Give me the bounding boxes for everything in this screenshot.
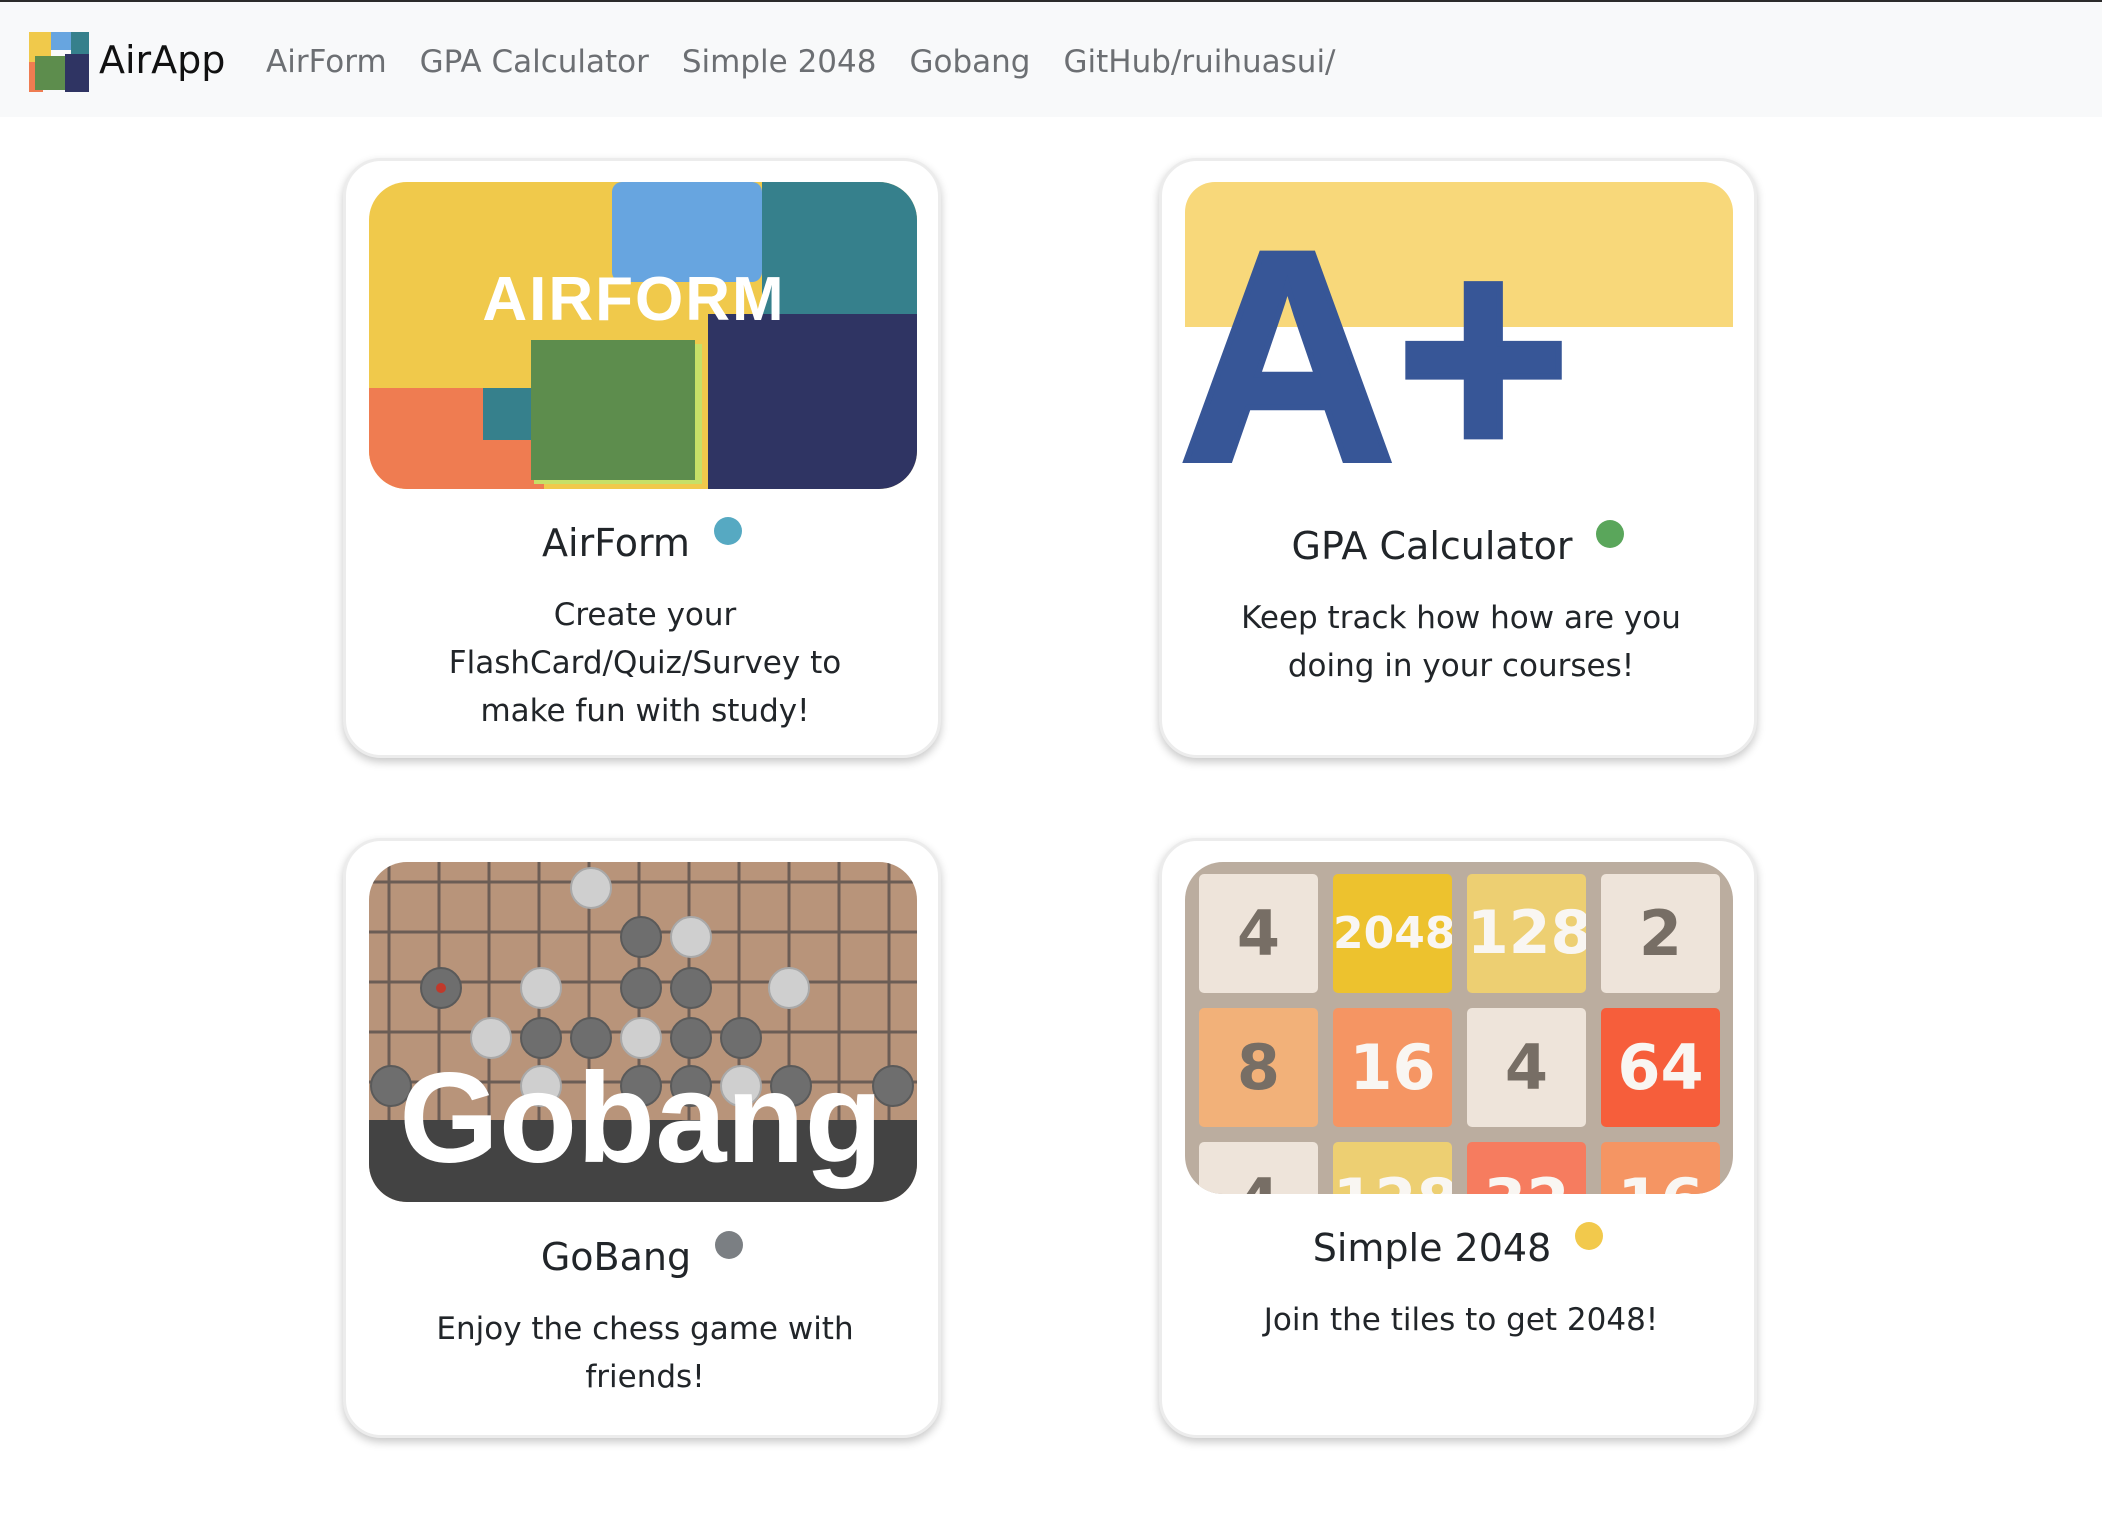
- status-dot-icon: [1596, 520, 1625, 548]
- gobang-card[interactable]: Gobang GoBang Enjoy the chess game with …: [343, 838, 941, 1438]
- card-description-gpa-calculator: Keep track how how are you doing in your…: [1241, 600, 1681, 684]
- status-dot-icon: [715, 1231, 744, 1259]
- status-dot-icon: [713, 517, 742, 545]
- simple-2048-card[interactable]: 4 2048 128 2 8 16 4 64 4 128 32 16 Simpl…: [1159, 838, 1757, 1438]
- card-title-text: GPA Calculator: [1291, 524, 1573, 568]
- card-title-simple-2048: Simple 2048: [1162, 1222, 1754, 1272]
- navbar: AirApp AirForm GPA Calculator Simple 204…: [0, 0, 2102, 117]
- card-description-gobang: Enjoy the chess game with friends!: [436, 1311, 854, 1395]
- tile: 16: [1333, 1008, 1452, 1127]
- nav-link-gobang[interactable]: Gobang: [909, 40, 1030, 84]
- last-move-marker-icon: [436, 983, 446, 993]
- card-title-text: Simple 2048: [1312, 1226, 1552, 1270]
- simple-2048-image[interactable]: 4 2048 128 2 8 16 4 64 4 128 32 16: [1185, 862, 1733, 1194]
- card-title-text: GoBang: [540, 1235, 692, 1279]
- tile: 128: [1333, 1142, 1452, 1194]
- card-title-gobang: GoBang: [346, 1231, 938, 1281]
- airform-image-text: AIRFORM: [482, 265, 785, 334]
- airform-image[interactable]: AIRFORM: [369, 182, 917, 489]
- tile: 32: [1467, 1142, 1586, 1194]
- airform-logo-graphic: AIRFORM: [369, 182, 917, 489]
- tile: 4: [1199, 874, 1318, 993]
- tile: 2: [1601, 874, 1720, 993]
- tile: 128: [1467, 874, 1586, 993]
- a-plus-graphic: A+: [1176, 182, 1733, 527]
- airapp-logo-icon[interactable]: [29, 32, 89, 92]
- gpa-calculator-card[interactable]: A+ GPA Calculator Keep track how how are…: [1159, 158, 1757, 758]
- card-description-airform: Create your FlashCard/Quiz/Survey to mak…: [448, 597, 842, 729]
- airform-card[interactable]: AIRFORM AirForm Create your FlashCard/Qu…: [343, 158, 941, 758]
- status-dot-icon: [1575, 1222, 1604, 1250]
- nav-link-airform[interactable]: AirForm: [266, 40, 387, 84]
- tile: 4: [1467, 1008, 1586, 1127]
- brand-name[interactable]: AirApp: [99, 34, 225, 86]
- a-plus-text: A+: [1179, 188, 1571, 524]
- gpa-calculator-image[interactable]: A+: [1176, 182, 1733, 527]
- tile: 16: [1601, 1142, 1720, 1194]
- nav-link-simple-2048[interactable]: Simple 2048: [682, 40, 877, 84]
- card-title-gpa-calculator: GPA Calculator: [1162, 520, 1754, 570]
- nav-links: AirForm GPA Calculator Simple 2048 Goban…: [266, 40, 1336, 84]
- gobang-board-graphic: Gobang: [369, 862, 917, 1202]
- card-title-airform: AirForm: [346, 517, 938, 567]
- tile: 2048: [1333, 874, 1452, 993]
- gobang-image[interactable]: Gobang: [369, 862, 917, 1202]
- gobang-image-text: Gobang: [399, 1047, 883, 1190]
- nav-link-gpa-calculator[interactable]: GPA Calculator: [420, 40, 649, 84]
- tile: 8: [1199, 1008, 1318, 1127]
- tile: 64: [1601, 1008, 1720, 1127]
- tile: 4: [1199, 1142, 1318, 1194]
- card-title-text: AirForm: [542, 521, 690, 565]
- nav-link-github[interactable]: GitHub/ruihuasui/: [1063, 40, 1335, 84]
- card-description-simple-2048: Join the tiles to get 2048!: [1263, 1302, 1659, 1338]
